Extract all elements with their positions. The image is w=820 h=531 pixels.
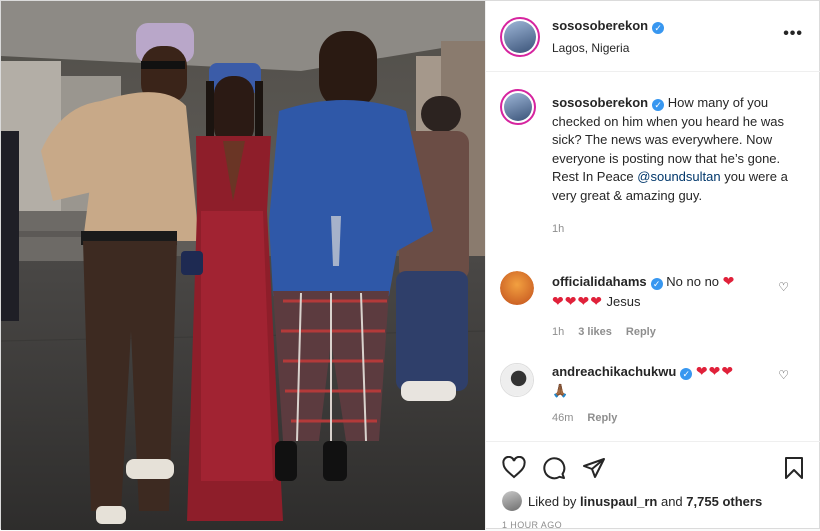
liker-avatar[interactable]	[502, 491, 522, 511]
author-avatar[interactable]	[500, 17, 540, 57]
author-username[interactable]: sososoberekon	[552, 18, 648, 33]
likes-summary: Liked by linuspaul_rn and 7,755 others	[502, 491, 762, 511]
likes-prefix: Liked by	[528, 494, 577, 509]
comment-item: officialidahams ✓ No no no ❤ ❤❤❤❤ Jesus 1…	[552, 272, 772, 338]
comment-item: andreachikachukwu ✓ ❤❤❤ 🙏🏾 46m Reply	[552, 362, 772, 424]
verified-icon: ✓	[652, 99, 665, 111]
avatar-image	[504, 93, 532, 121]
comment-like-icon[interactable]: ♡	[778, 280, 789, 294]
post-details-panel: sososoberekon ✓ Lagos, Nigeria ••• sososo…	[485, 1, 820, 530]
comment-text-line2: Jesus	[606, 293, 641, 309]
comment-text-line2: 🙏🏾	[552, 382, 569, 398]
comment-time[interactable]: 1h	[552, 326, 564, 338]
comment-icon[interactable]	[542, 456, 566, 480]
instagram-post: sososoberekon ✓ Lagos, Nigeria ••• sososo…	[0, 0, 820, 530]
comment-avatar[interactable]	[500, 363, 534, 397]
liker-username[interactable]: linuspaul_rn	[580, 494, 657, 509]
post-photo[interactable]	[1, 1, 485, 530]
comment-likes[interactable]: 3 likes	[578, 326, 612, 338]
action-bar: Liked by linuspaul_rn and 7,755 others 1…	[486, 441, 820, 531]
verified-icon: ✓	[652, 22, 665, 34]
reply-button[interactable]: Reply	[626, 326, 656, 338]
photo-image	[1, 1, 485, 530]
heart-emojis: ❤❤❤	[695, 363, 735, 379]
heart-emoji: ❤	[722, 273, 736, 289]
heart-emojis: ❤❤❤❤	[552, 292, 603, 309]
comment-time[interactable]: 46m	[552, 412, 573, 424]
more-options-icon[interactable]: •••	[783, 25, 803, 43]
comment-text: No no no	[666, 274, 720, 289]
avatar-image	[501, 364, 533, 396]
post-location[interactable]: Lagos, Nigeria	[552, 41, 664, 55]
likes-count[interactable]: 7,755 others	[686, 494, 762, 509]
avatar-image	[500, 271, 534, 305]
comment-username[interactable]: officialidahams	[552, 274, 647, 289]
verified-icon: ✓	[680, 368, 693, 380]
caption-username[interactable]: sososoberekon	[552, 95, 648, 110]
likes-middle: and	[660, 494, 683, 509]
bookmark-icon[interactable]	[782, 456, 806, 480]
caption-mention[interactable]: @soundsultan	[637, 169, 720, 184]
heart-icon[interactable]	[502, 456, 526, 480]
caption-avatar[interactable]	[500, 89, 536, 125]
comment-like-icon[interactable]: ♡	[778, 368, 789, 382]
reply-button[interactable]: Reply	[587, 412, 617, 424]
caption-time[interactable]: 1h	[552, 223, 800, 235]
post-header: sososoberekon ✓ Lagos, Nigeria •••	[486, 1, 820, 72]
share-icon[interactable]	[582, 456, 606, 480]
avatar-image	[504, 21, 536, 53]
comment-avatar[interactable]	[500, 271, 534, 305]
verified-icon: ✓	[650, 278, 663, 290]
caption: sososoberekon ✓ How many of you checked o…	[552, 94, 800, 235]
comment-username[interactable]: andreachikachukwu	[552, 364, 676, 379]
